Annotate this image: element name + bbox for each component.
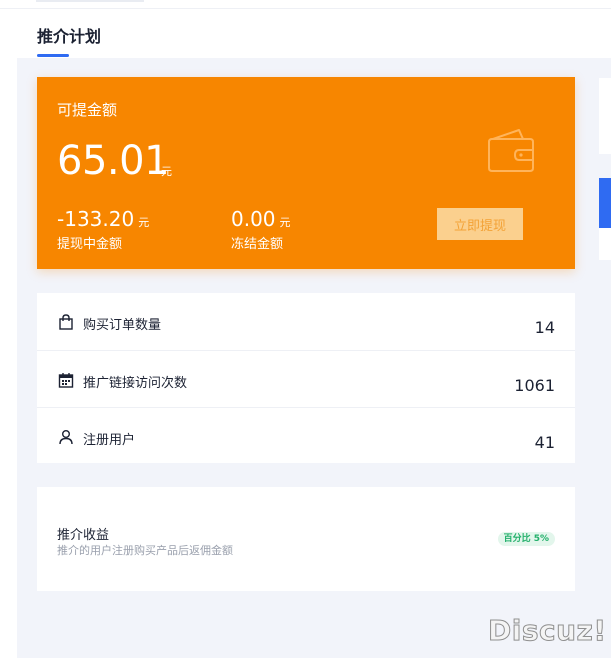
stat-row-visits: 推广链接访问次数 1061	[37, 350, 575, 408]
referral-title: 推介收益	[57, 528, 110, 543]
user-icon	[59, 430, 73, 445]
balance-card: 可提金额 65.01 元 -133.20 元 提现中金额 0.00 元 冻结金额 立…	[37, 77, 575, 269]
top-tab-hint	[36, 0, 144, 2]
watermark-logo: Discuz!	[488, 614, 607, 648]
withdraw-button[interactable]: 立即提现	[437, 208, 523, 240]
wallet-icon	[488, 129, 534, 172]
withdrawable-label: 可提金额	[57, 101, 118, 119]
page-title[interactable]: 推介计划	[37, 23, 101, 47]
stat-label: 购买订单数量	[83, 318, 162, 333]
stat-value: 41	[534, 433, 555, 452]
stat-row-registrations: 注册用户 41	[37, 407, 575, 465]
page-header: 推介计划	[0, 8, 611, 59]
stats-list: 购买订单数量 14 推广链接访问次数 1061 注册用户 41	[37, 293, 575, 463]
right-panel-partial	[599, 78, 611, 154]
stat-value: 14	[534, 318, 555, 337]
frozen-unit: 元	[279, 216, 291, 229]
pending-unit: 元	[138, 216, 150, 229]
right-panel-accent	[599, 178, 611, 228]
left-gutter	[0, 58, 17, 658]
bag-icon	[59, 314, 73, 330]
withdrawable-amount: 65.01	[57, 138, 170, 184]
pending-label: 提现中金额	[57, 237, 123, 252]
referral-earnings-card: 推介收益 推介的用户注册购买产品后返佣金额 百分比 5%	[37, 487, 575, 591]
frozen-amount: 0.00	[231, 207, 276, 231]
pending-amount: -133.20	[57, 207, 135, 231]
stat-label: 注册用户	[83, 433, 136, 448]
right-panel-partial-blue	[599, 178, 611, 260]
calendar-icon	[58, 373, 74, 388]
frozen-label: 冻结金额	[231, 237, 284, 252]
frozen-balance: 0.00 元 冻结金额	[231, 207, 291, 252]
active-tab-indicator	[37, 54, 69, 57]
withdrawable-unit: 元	[161, 165, 172, 178]
commission-rate-badge: 百分比 5%	[497, 532, 555, 546]
stat-label: 推广链接访问次数	[83, 376, 188, 391]
stat-row-orders: 购买订单数量 14	[37, 293, 575, 350]
top-strip	[0, 0, 611, 8]
stat-value: 1061	[514, 376, 555, 395]
pending-withdrawal: -133.20 元 提现中金额	[57, 207, 149, 252]
referral-description: 推介的用户注册购买产品后返佣金额	[57, 544, 233, 557]
